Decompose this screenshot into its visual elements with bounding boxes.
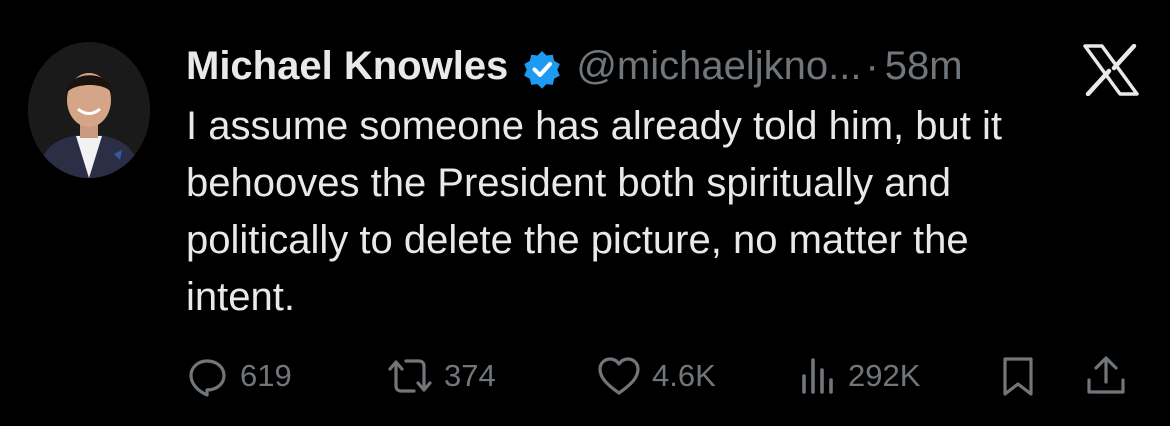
bookmark-icon (998, 354, 1038, 398)
avatar[interactable] (28, 42, 150, 178)
action-bar: 619 374 4.6K 292K (186, 350, 1146, 402)
like-button[interactable]: 4.6K (596, 350, 716, 402)
share-button[interactable] (1084, 350, 1128, 402)
tweet-text: I assume someone has already told him, b… (186, 104, 1002, 319)
timestamp[interactable]: 58m (885, 36, 963, 96)
views-icon (798, 354, 838, 398)
handle[interactable]: @michaeljkno... (576, 36, 861, 96)
verified-badge-icon (522, 46, 562, 89)
reply-button[interactable]: 619 (186, 350, 292, 402)
reply-icon (186, 354, 230, 398)
like-count: 4.6K (652, 358, 716, 393)
share-icon (1084, 354, 1128, 398)
views-count: 292K (848, 358, 921, 393)
reply-count: 619 (240, 358, 292, 393)
retweet-icon (386, 354, 434, 398)
bookmark-button[interactable] (998, 350, 1038, 402)
tweet-header: Michael Knowles @michaeljkno... · 58m (186, 36, 963, 96)
x-logo-icon (1082, 43, 1140, 97)
retweet-count: 374 (444, 358, 496, 393)
retweet-button[interactable]: 374 (386, 350, 496, 402)
views-button[interactable]: 292K (798, 350, 920, 402)
heart-icon (596, 354, 642, 398)
tweet-card[interactable]: Michael Knowles @michaeljkno... · 58m I … (0, 0, 1170, 426)
display-name[interactable]: Michael Knowles (186, 36, 508, 96)
separator: · (865, 44, 879, 88)
